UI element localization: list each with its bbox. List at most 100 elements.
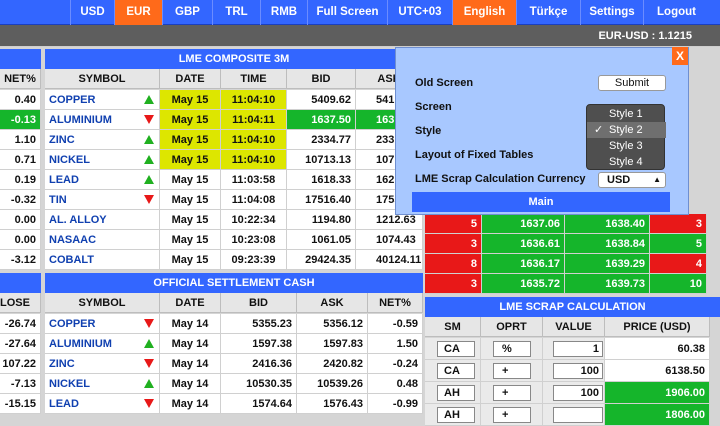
settlement-bid-cell: 1597.38 xyxy=(221,334,297,354)
settlement-net-cell: -0.24 xyxy=(368,354,423,374)
style-option[interactable]: Style 3 xyxy=(587,138,666,154)
composite-time-cell: 11:03:58 xyxy=(221,170,287,190)
composite-ask-cell: 40124.11 xyxy=(356,250,423,270)
composite-time-cell: 11:04:10 xyxy=(221,130,287,150)
settlement-date-cell: May 14 xyxy=(160,334,221,354)
left-net-cell: -0.13 xyxy=(0,110,41,130)
composite-symbol-cell[interactable]: NICKEL xyxy=(45,150,160,170)
currency-usd-button[interactable]: USD xyxy=(70,0,114,25)
layout-fixed-tables-label: Layout of Fixed Tables xyxy=(415,149,534,161)
settlement-net-header: NET% xyxy=(368,293,423,313)
currency-rmb-button[interactable]: RMB xyxy=(260,0,307,25)
currency-eur-button[interactable]: EUR xyxy=(114,0,162,25)
composite-symbol-cell[interactable]: LEAD xyxy=(45,170,160,190)
down-arrow-icon xyxy=(144,359,154,368)
scrap-value-input[interactable] xyxy=(553,407,603,423)
settlement-close-cell: -27.64 xyxy=(0,334,41,354)
settlement-symbol-header: SYMBOL xyxy=(45,293,160,313)
settlement-ask-cell: 5356.12 xyxy=(297,314,368,334)
scrap-sm-select[interactable]: AH xyxy=(437,385,475,401)
composite-symbol-cell[interactable]: COBALT xyxy=(45,250,160,270)
scrap-sm-select[interactable]: AH xyxy=(437,407,475,423)
depth-count-left-cell: 3 xyxy=(425,234,482,254)
composite-symbol-cell[interactable]: ZINC xyxy=(45,130,160,150)
settlement-close-header: LOSE xyxy=(0,293,41,313)
settlement-symbol-cell[interactable]: NICKEL xyxy=(45,374,160,394)
composite-bid-cell: 29424.35 xyxy=(287,250,356,270)
scrap-oprt-header: OPRT xyxy=(481,317,543,337)
left-net-cell: 0.19 xyxy=(0,170,41,190)
left-net-cell: 0.00 xyxy=(0,230,41,250)
composite-time-cell: 11:04:08 xyxy=(221,190,287,210)
composite-date-cell: May 15 xyxy=(160,150,221,170)
scrap-currency-label: LME Scrap Calculation Currency xyxy=(415,173,586,185)
settlement-ask-cell: 10539.26 xyxy=(297,374,368,394)
settlement-net-cell: 0.48 xyxy=(368,374,423,394)
composite-time-cell: 10:22:34 xyxy=(221,210,287,230)
settlement-symbol-cell[interactable]: LEAD xyxy=(45,394,160,414)
composite-date-cell: May 15 xyxy=(160,170,221,190)
scrap-value-input[interactable]: 100 xyxy=(553,363,603,379)
scrap-price-cell: 1906.00 xyxy=(605,382,710,404)
scrap-value-input[interactable]: 100 xyxy=(553,385,603,401)
scrap-price-cell: 1806.00 xyxy=(605,404,710,426)
depth-count-right-cell: 3 xyxy=(650,214,707,234)
main-button[interactable]: Main xyxy=(412,192,670,212)
scrap-price-cell: 6138.50 xyxy=(605,360,710,382)
settlement-ask-header: ASK xyxy=(297,293,368,313)
settlement-symbol-cell[interactable]: COPPER xyxy=(45,314,160,334)
full-screen-button[interactable]: Full Screen xyxy=(307,0,387,25)
style-label: Style xyxy=(415,125,442,137)
style-option[interactable]: Style 2 ✓ xyxy=(587,122,666,138)
scrap-oprt-select[interactable]: % xyxy=(493,341,531,357)
composite-symbol-cell[interactable]: TIN xyxy=(45,190,160,210)
submit-button[interactable]: Submit xyxy=(598,75,666,91)
scrap-oprt-select[interactable]: + xyxy=(493,363,531,379)
down-arrow-icon xyxy=(144,319,154,328)
composite-bid-cell: 2334.77 xyxy=(287,130,356,150)
close-dialog-button[interactable]: X xyxy=(672,47,688,65)
scrap-value-input[interactable]: 1 xyxy=(553,341,603,357)
depth-count-left-cell: 3 xyxy=(425,274,482,294)
style-option[interactable]: Style 4 xyxy=(587,154,666,170)
composite-time-cell: 11:04:11 xyxy=(221,110,287,130)
language-english-button[interactable]: English xyxy=(452,0,516,25)
currency-select[interactable]: USD ▲ xyxy=(598,172,666,188)
style-dropdown[interactable]: Style 1 Style 2 ✓ Style 3 Style 4 xyxy=(586,104,666,170)
composite-date-cell: May 15 xyxy=(160,250,221,270)
depth-bid-cell: 1636.61 xyxy=(482,234,565,254)
composite-symbol-cell[interactable]: COPPER xyxy=(45,90,160,110)
currency-gbp-button[interactable]: GBP xyxy=(162,0,212,25)
currency-trl-button[interactable]: TRL xyxy=(212,0,260,25)
rate-bar: EUR-USD : 1.1215 xyxy=(0,25,720,47)
scrap-oprt-select[interactable]: + xyxy=(493,385,531,401)
composite-symbol-cell[interactable]: ALUMINIUM xyxy=(45,110,160,130)
scrap-sm-select[interactable]: CA xyxy=(437,363,475,379)
up-arrow-icon xyxy=(144,155,154,164)
left-net-cell: 1.10 xyxy=(0,130,41,150)
settlement-bid-cell: 5355.23 xyxy=(221,314,297,334)
left-net-cell: 0.71 xyxy=(0,150,41,170)
scrap-price-header: PRICE (USD) xyxy=(605,317,710,337)
style-option[interactable]: Style 1 xyxy=(587,106,666,122)
settlement-symbol-cell[interactable]: ZINC xyxy=(45,354,160,374)
composite-symbol-cell[interactable]: NASAAC xyxy=(45,230,160,250)
settlement-net-cell: -0.99 xyxy=(368,394,423,414)
select-arrows-icon: ▲ xyxy=(653,175,661,184)
depth-count-right-cell: 5 xyxy=(650,234,707,254)
timezone-button[interactable]: UTC+03 xyxy=(387,0,452,25)
scrap-value-header: VALUE xyxy=(543,317,605,337)
settings-button[interactable]: Settings xyxy=(580,0,643,25)
settlement-ask-cell: 1597.83 xyxy=(297,334,368,354)
old-screen-label: Old Screen xyxy=(415,77,474,89)
settlement-close-cell: -26.74 xyxy=(0,314,41,334)
settlement-symbol-cell[interactable]: ALUMINIUM xyxy=(45,334,160,354)
scrap-sm-select[interactable]: CA xyxy=(437,341,475,357)
language-turkce-button[interactable]: Türkçe xyxy=(516,0,580,25)
logout-button[interactable]: Logout xyxy=(643,0,709,25)
scrap-oprt-select[interactable]: + xyxy=(493,407,531,423)
composite-time-cell: 11:04:10 xyxy=(221,150,287,170)
composite-symbol-cell[interactable]: AL. ALLOY xyxy=(45,210,160,230)
depth-count-right-cell: 10 xyxy=(650,274,707,294)
depth-count-left-cell: 5 xyxy=(425,214,482,234)
